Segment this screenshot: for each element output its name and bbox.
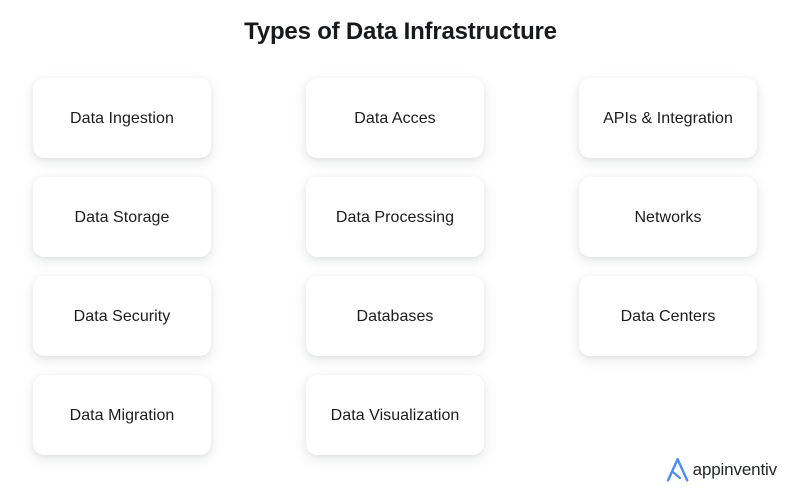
- card-data-security[interactable]: Data Security: [33, 276, 211, 356]
- card-label: Data Security: [73, 307, 171, 325]
- card-data-ingestion[interactable]: Data Ingestion: [33, 78, 211, 158]
- card-label: Data Visualization: [330, 406, 460, 424]
- card-label: Networks: [634, 208, 702, 226]
- card-data-migration[interactable]: Data Migration: [33, 375, 211, 455]
- card-networks[interactable]: Networks: [579, 177, 757, 257]
- card-label: Data Acces: [354, 109, 436, 127]
- brand-wordmark: appinventiv: [692, 460, 778, 479]
- card-grid: Data Ingestion Data Storage Data Securit…: [33, 78, 769, 455]
- appinventiv-a-mark-icon: [665, 457, 690, 483]
- card-column-3: APIs & Integration Networks Data Centers: [579, 78, 757, 455]
- card-label: Data Ingestion: [70, 109, 174, 127]
- card-column-1: Data Ingestion Data Storage Data Securit…: [33, 78, 211, 455]
- card-column-2: Data Acces Data Processing Databases Dat…: [306, 78, 484, 455]
- card-label: Databases: [356, 307, 434, 325]
- card-label: Data Processing: [335, 208, 455, 226]
- card-data-centers[interactable]: Data Centers: [579, 276, 757, 356]
- brand-logo: appinventiv: [665, 457, 777, 483]
- card-label: Data Centers: [620, 307, 716, 325]
- card-label: Data Migration: [69, 406, 175, 424]
- card-data-processing[interactable]: Data Processing: [306, 177, 484, 257]
- page-title: Types of Data Infrastructure: [244, 18, 557, 45]
- card-data-access[interactable]: Data Acces: [306, 78, 484, 158]
- card-label: APIs & Integration: [603, 109, 733, 127]
- card-databases[interactable]: Databases: [306, 276, 484, 356]
- card-data-visualization[interactable]: Data Visualization: [306, 375, 484, 455]
- card-label: Data Storage: [74, 208, 170, 226]
- card-data-storage[interactable]: Data Storage: [33, 177, 211, 257]
- card-apis-integration[interactable]: APIs & Integration: [579, 78, 757, 158]
- infographic-root: Types of Data Infrastructure Data Ingest…: [0, 0, 801, 501]
